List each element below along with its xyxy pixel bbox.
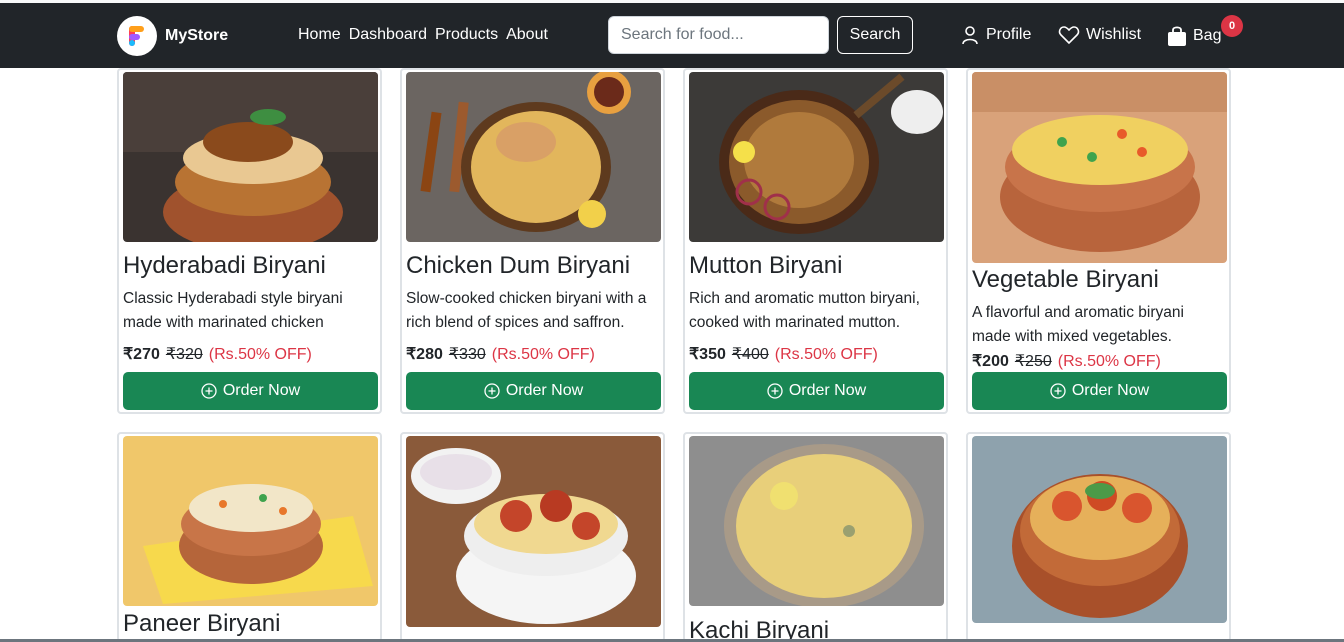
product-card: Chicken Dum Biryani Slow-cooked chicken …: [400, 68, 665, 414]
order-now-label: Order Now: [222, 382, 301, 399]
profile-label: Profile: [986, 26, 1032, 43]
discount-label: (Rs.50% OFF): [208, 346, 312, 363]
search-input[interactable]: [608, 16, 829, 54]
product-card: Vegetable Biryani A flavorful and aromat…: [966, 68, 1231, 414]
product-card: [400, 432, 665, 642]
product-price: ₹200 ₹250 (Rs.50% OFF): [972, 351, 1161, 371]
order-now-label: Order Now: [505, 382, 584, 399]
order-now-label: Order Now: [1071, 382, 1150, 399]
price-current: ₹270: [123, 346, 160, 363]
wishlist-link[interactable]: Wishlist: [1058, 25, 1141, 45]
shopping-bag-icon: [1168, 26, 1186, 46]
price-original: ₹400: [731, 346, 769, 363]
search-button[interactable]: Search: [837, 16, 913, 54]
price-current: ₹200: [972, 353, 1009, 370]
product-name: Vegetable Biryani: [972, 266, 1159, 293]
price-current: ₹280: [406, 346, 443, 363]
plus-circle-icon: [767, 383, 783, 399]
product-image: [406, 72, 661, 242]
brand[interactable]: MyStore: [117, 16, 228, 56]
product-card: Paneer Biryani: [117, 432, 382, 642]
plus-circle-icon: [1050, 383, 1066, 399]
heart-icon: [1058, 26, 1080, 45]
product-image: [406, 436, 661, 627]
product-card: Hyderabadi Biryani Classic Hyderabadi st…: [117, 68, 382, 414]
product-description: Classic Hyderabadi style biryani made wi…: [123, 290, 343, 331]
nav-link-about[interactable]: About: [506, 26, 548, 44]
product-card: Mutton Biryani Rich and aromatic mutton …: [683, 68, 948, 414]
product-image: [689, 72, 944, 242]
product-price: ₹270 ₹320 (Rs.50% OFF): [123, 344, 312, 364]
bag-count-badge: 0: [1221, 15, 1243, 37]
order-now-button[interactable]: Order Now: [972, 372, 1227, 410]
product-name: Hyderabadi Biryani: [123, 252, 326, 279]
product-description: Slow-cooked chicken biryani with a rich …: [406, 290, 647, 331]
price-original: ₹250: [1014, 353, 1052, 370]
order-now-button[interactable]: Order Now: [123, 372, 378, 410]
person-icon: [962, 26, 978, 45]
product-price: ₹280 ₹330 (Rs.50% OFF): [406, 344, 595, 364]
order-now-button[interactable]: Order Now: [689, 372, 944, 410]
plus-circle-icon: [201, 383, 217, 399]
product-price: ₹350 ₹400 (Rs.50% OFF): [689, 344, 878, 364]
order-now-button[interactable]: Order Now: [406, 372, 661, 410]
order-now-label: Order Now: [788, 382, 867, 399]
discount-label: (Rs.50% OFF): [1057, 353, 1161, 370]
product-image: [123, 72, 378, 242]
product-image: [123, 436, 378, 606]
product-card: [966, 432, 1231, 642]
product-description: A flavorful and aromatic biryani made wi…: [972, 304, 1184, 345]
price-original: ₹320: [165, 346, 203, 363]
price-current: ₹350: [689, 346, 726, 363]
discount-label: (Rs.50% OFF): [491, 346, 595, 363]
product-image: [972, 72, 1227, 263]
product-name: Mutton Biryani: [689, 252, 843, 279]
profile-link[interactable]: Profile: [960, 25, 1031, 45]
plus-circle-icon: [484, 383, 500, 399]
brand-logo-icon: [117, 16, 157, 56]
product-description: Rich and aromatic mutton biryani, cooked…: [689, 290, 920, 331]
product-name: Paneer Biryani: [123, 610, 281, 637]
navbar: MyStore Home Dashboard Products About Se…: [0, 0, 1344, 68]
bag-label: Bag: [1193, 27, 1222, 44]
product-image: [972, 436, 1227, 623]
nav-link-home[interactable]: Home: [298, 26, 341, 44]
price-original: ₹330: [448, 346, 486, 363]
nav-link-dashboard[interactable]: Dashboard: [349, 26, 427, 44]
brand-name: MyStore: [165, 27, 229, 44]
product-image: [689, 436, 944, 606]
bag-link[interactable]: Bag: [1167, 25, 1221, 47]
nav-link-products[interactable]: Products: [435, 26, 498, 44]
product-card: Kachi Biryani: [683, 432, 948, 642]
discount-label: (Rs.50% OFF): [774, 346, 878, 363]
wishlist-label: Wishlist: [1086, 26, 1142, 43]
product-name: Chicken Dum Biryani: [406, 252, 631, 279]
nav-links: Home Dashboard Products About: [298, 26, 548, 44]
